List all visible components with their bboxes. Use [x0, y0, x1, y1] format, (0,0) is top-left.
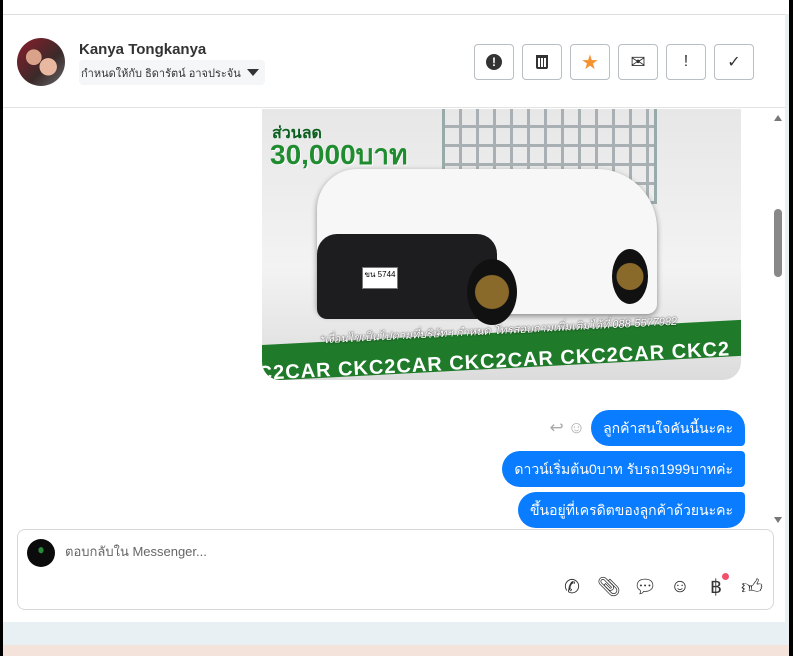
scroll-down-icon[interactable] [774, 517, 782, 523]
done-button[interactable]: ✓ [714, 44, 754, 80]
saved-replies-icon[interactable]: 💬︎ [633, 575, 657, 599]
reply-icon[interactable]: ↩ [549, 418, 563, 438]
conversation-header: Kanya Tongkanya กำหนดให้กับ ธิดารัตน์ อา… [3, 15, 785, 108]
action-toolbar: ! ★ ✉ ! ✓ [474, 44, 754, 80]
contact-name[interactable]: Kanya Tongkanya [79, 41, 206, 58]
check-icon: ✓ [727, 54, 741, 71]
payment-baht-icon[interactable]: ฿ [705, 572, 729, 599]
reply-input[interactable] [65, 544, 665, 559]
exclamation-circle-icon: ! [486, 54, 502, 70]
envelope-icon: ✉ [630, 51, 646, 72]
message-bubble[interactable]: ขึ้นอยู่ที่เครดิตของลูกค้าด้วยนะคะ [517, 492, 745, 528]
attachment-icon[interactable]: 📎︎ [597, 575, 621, 599]
page-avatar [27, 539, 55, 567]
message-bubble[interactable]: ดาวน์เริ่มต้น0บาท รับรถ1999บาทค่ะ [502, 451, 745, 487]
promo-amount: 30,000บาท [270, 139, 408, 170]
scroll-up-icon[interactable] [774, 115, 782, 121]
car-ad-image[interactable]: ขน 5744 ส่วนลด 30,000บาท *เงื่อนไขเป็นไป… [262, 109, 741, 380]
delete-button[interactable] [522, 44, 562, 80]
avatar[interactable] [17, 38, 65, 86]
assignee-label: กำหนดให้กับ ธิดารัตน์ อาจประจัน [81, 67, 241, 80]
messenger-window: Kanya Tongkanya กำหนดให้กับ ธิดารัตน์ อา… [3, 0, 789, 645]
composer-tools: ✆ 📎︎ 💬︎ ☺ ฿ 👍︎ [561, 572, 763, 600]
important-button[interactable]: ! [666, 44, 706, 80]
exclamation-icon: ! [683, 53, 689, 70]
star-icon: ★ [581, 51, 599, 74]
message-group: ↩ ☺ ลูกค้าสนใจคันนี้นะคะ ดาวน์เริ่มต้น0บ… [502, 410, 745, 528]
message-thread: ขน 5744 ส่วนลด 30,000บาท *เงื่อนไขเป็นไป… [3, 109, 785, 529]
emoji-icon[interactable]: ☺ [669, 576, 691, 598]
reply-composer: ✆ 📎︎ 💬︎ ☺ ฿ 👍︎ [17, 529, 774, 610]
call-add-icon[interactable]: ✆ [561, 576, 583, 599]
star-button[interactable]: ★ [570, 44, 610, 80]
message-bubble[interactable]: ลูกค้าสนใจคันนี้นะคะ [591, 410, 745, 446]
scrollbar-thumb[interactable] [774, 209, 782, 277]
caret-down-icon [246, 69, 259, 76]
license-plate: ขน 5744 [362, 267, 398, 289]
trash-icon [536, 55, 548, 69]
spam-button[interactable]: ! [474, 44, 514, 80]
front-wheel [467, 259, 517, 325]
notification-dot [722, 572, 729, 580]
scrollbar[interactable] [771, 109, 785, 529]
mark-unread-button[interactable]: ✉ [618, 44, 658, 80]
conversation-panel: Kanya Tongkanya กำหนดให้กับ ธิดารัตน์ อา… [3, 14, 785, 622]
thumbs-up-icon[interactable]: 👍︎ [741, 574, 763, 600]
top-strip [3, 0, 789, 14]
message-actions: ↩ ☺ [549, 418, 585, 438]
background-strip [3, 645, 789, 656]
assignee-dropdown[interactable]: กำหนดให้กับ ธิดารัตน์ อาจประจัน [79, 60, 265, 85]
rear-wheel [612, 249, 648, 304]
react-icon[interactable]: ☺ [568, 418, 585, 438]
